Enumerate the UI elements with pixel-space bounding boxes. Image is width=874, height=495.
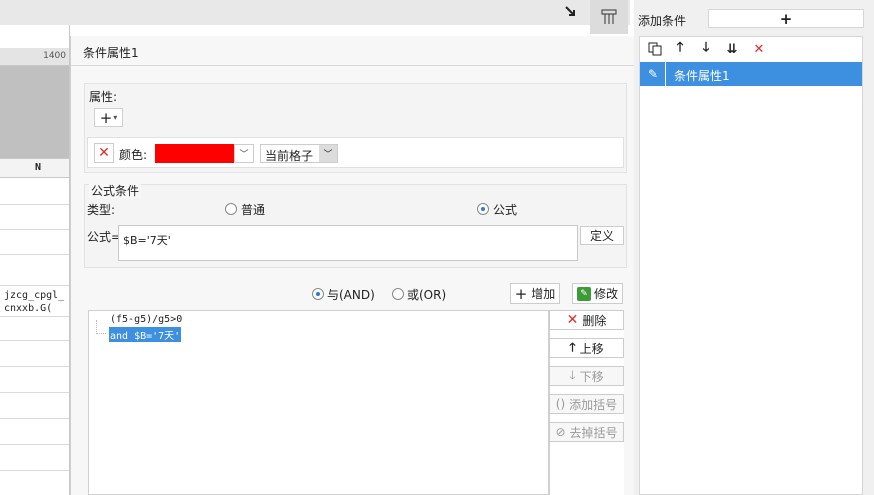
arrow-down-icon[interactable]: 🡓: [697, 40, 715, 58]
normal-radio[interactable]: [225, 203, 237, 215]
arrow-up-icon[interactable]: 🡑: [671, 40, 689, 58]
grid-line: [0, 366, 69, 367]
grid-line: [0, 470, 69, 471]
top-toolbar: [0, 0, 630, 25]
add-condition-attribute-button[interactable]: +: [708, 9, 864, 28]
delete-label: 删除: [582, 313, 607, 328]
condition-attribute-label: 条件属性1: [674, 69, 730, 83]
condition-attribute-list: 🡑 🡓 ⇊ ✕ ✎ 条件属性1: [639, 36, 863, 495]
remove-bracket-label: 去掉括号: [569, 425, 618, 440]
add-bracket-label: 添加括号: [569, 397, 618, 412]
move-to-bottom-icon[interactable]: ⇊: [723, 40, 741, 58]
dialog-title: 条件属性1: [83, 46, 139, 60]
plus-icon: +: [99, 108, 113, 127]
copy-icon[interactable]: [646, 40, 664, 58]
grid-line: [0, 285, 69, 286]
condition-attribute-dialog: 条件属性1 属性: + ▾ ✕ 颜色: ﹀ 当前格子 ﹀ 公式条件 类型: 普通 …: [70, 36, 635, 495]
formula-radio-label[interactable]: 公式: [493, 201, 517, 218]
bracket-icon: (): [555, 397, 566, 411]
divider: [71, 65, 635, 66]
add-condition-button[interactable]: + 增加: [510, 283, 560, 304]
column-header[interactable]: N: [0, 158, 69, 178]
grid-line: [0, 392, 69, 393]
move-up-label: 上移: [579, 341, 604, 356]
list-toolbar: 🡑 🡓 ⇊ ✕: [640, 37, 862, 61]
grid-line: [0, 418, 69, 419]
attribute-label: 属性:: [89, 90, 118, 104]
move-down-label: 下移: [579, 369, 604, 384]
formula-input[interactable]: $B='7天': [118, 225, 578, 261]
cell-text[interactable]: cnxxb.G(: [4, 303, 52, 314]
grid-line: [0, 444, 69, 445]
modify-condition-button[interactable]: ✎ 修改: [572, 283, 623, 304]
close-icon: ✕: [566, 312, 579, 328]
chevron-down-icon: ﹀: [319, 145, 337, 162]
layout-icon[interactable]: [590, 0, 628, 34]
condition-item[interactable]: (f5-g5)/g5>0: [110, 314, 182, 325]
or-radio-label[interactable]: 或(OR): [407, 286, 446, 303]
color-dropdown-button[interactable]: ﹀: [234, 144, 254, 163]
remove-bracket-icon: ⊘: [555, 425, 566, 439]
column-header-label: N: [35, 162, 42, 173]
attribute-row: ✕ 颜色: ﹀ 当前格子 ﹀: [87, 137, 624, 168]
color-swatch[interactable]: [155, 144, 234, 163]
condition-panel: 添加条件 + 🡑 🡓 ⇊ ✕ ✎ 条件属性1: [634, 0, 874, 495]
arrow-up-icon: 🡑: [569, 339, 576, 354]
chevron-down-icon: ﹀: [239, 150, 249, 160]
filter-down-icon[interactable]: [562, 3, 580, 21]
divider: [665, 62, 666, 86]
grid-line: [0, 316, 69, 317]
close-icon: ✕: [98, 145, 110, 161]
ruler-label: 1400: [43, 51, 66, 61]
attribute-group: 属性: + ▾ ✕ 颜色: ﹀ 当前格子 ﹀: [84, 83, 627, 173]
scope-select[interactable]: 当前格子 ﹀: [260, 144, 338, 163]
condition-list[interactable]: (f5-g5)/g5>0 and $B='7天': [88, 310, 549, 495]
grid-line: [0, 254, 69, 255]
grid-line: [0, 340, 69, 341]
type-label: 类型:: [87, 203, 116, 217]
scope-value: 当前格子: [265, 149, 314, 163]
plus-icon: +: [514, 284, 528, 303]
remove-bracket-button[interactable]: ⊘ 去掉括号: [549, 422, 624, 442]
arrow-down-icon: 🡓: [569, 367, 576, 382]
condition-item-selected[interactable]: and $B='7天': [109, 327, 182, 342]
chevron-down-icon: ▾: [113, 113, 118, 122]
formula-radio[interactable]: [477, 203, 489, 215]
move-down-button[interactable]: 🡓 下移: [549, 366, 624, 386]
ruler: 1400: [0, 48, 69, 66]
add-attribute-button[interactable]: + ▾: [94, 108, 123, 127]
formula-condition-label: 公式条件: [89, 182, 142, 199]
and-radio-label[interactable]: 与(AND): [327, 286, 375, 303]
move-up-button[interactable]: 🡑 上移: [549, 338, 624, 358]
condition-attribute-item[interactable]: ✎ 条件属性1: [640, 62, 862, 86]
sheet-gray-area: [0, 66, 69, 158]
or-radio[interactable]: [392, 288, 404, 300]
grid-line: [0, 229, 69, 230]
modify-condition-label: 修改: [593, 287, 618, 301]
add-bracket-button[interactable]: () 添加括号: [549, 394, 624, 414]
delete-condition-button[interactable]: ✕ 删除: [549, 310, 624, 330]
formula-prefix-label: 公式=: [87, 230, 122, 244]
edit-icon: ✎: [576, 286, 591, 301]
tree-connector: [96, 320, 106, 334]
remove-attribute-button[interactable]: ✕: [94, 143, 114, 163]
panel-title: 添加条件: [638, 14, 687, 28]
grid-line: [0, 204, 69, 205]
normal-radio-label[interactable]: 普通: [241, 201, 265, 218]
pencil-icon: ✎: [647, 67, 659, 81]
and-radio[interactable]: [312, 288, 324, 300]
formula-condition-group: 公式条件 类型: 普通 公式 公式= $B='7天' 定义: [84, 182, 627, 268]
define-button[interactable]: 定义: [580, 226, 624, 245]
add-condition-label: 增加: [531, 287, 556, 301]
delete-icon[interactable]: ✕: [750, 40, 768, 58]
color-label: 颜色:: [119, 148, 148, 162]
cell-text[interactable]: jzcg_cpgl_: [4, 290, 64, 301]
